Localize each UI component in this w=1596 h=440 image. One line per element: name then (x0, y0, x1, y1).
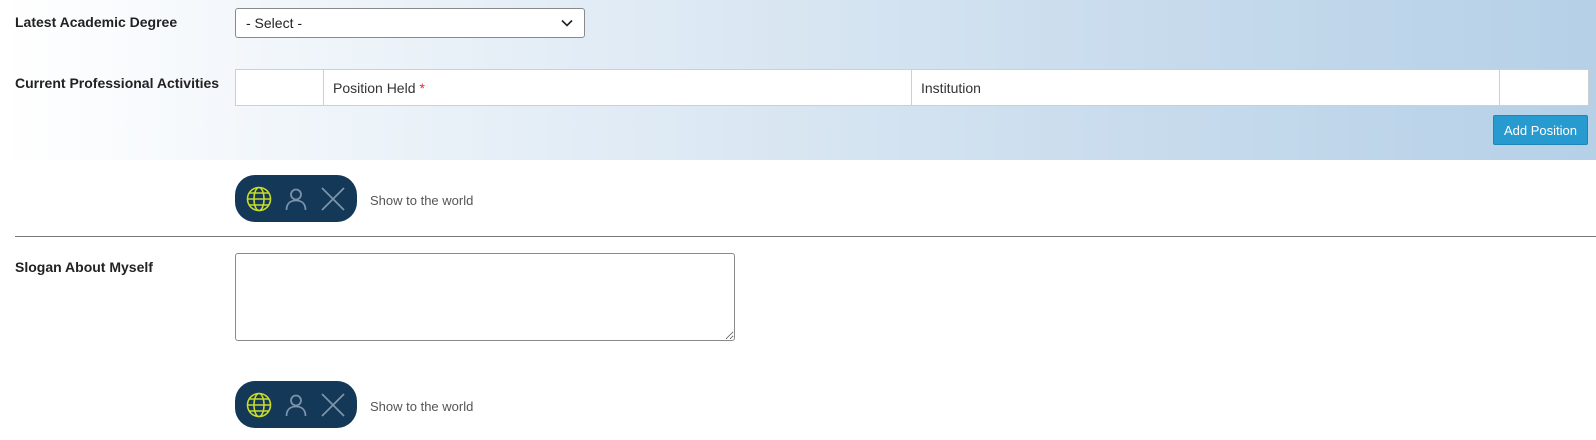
section-divider (15, 236, 1596, 237)
visibility-toggle-slogan (235, 381, 357, 428)
positions-table-header: Position Held * Institution (235, 69, 1589, 106)
person-icon[interactable] (281, 390, 311, 420)
add-position-button[interactable]: Add Position (1493, 115, 1588, 145)
visibility-text-activities: Show to the world (370, 193, 474, 208)
column-header-empty (236, 70, 324, 105)
chevron-down-icon (560, 16, 574, 30)
close-icon[interactable] (318, 184, 348, 214)
required-asterisk: * (419, 79, 425, 96)
person-icon[interactable] (281, 184, 311, 214)
visibility-toggle-activities (235, 175, 357, 222)
activities-label: Current Professional Activities (15, 75, 220, 91)
column-header-institution: Institution (912, 70, 1500, 105)
degree-label: Latest Academic Degree (15, 14, 178, 30)
slogan-label: Slogan About Myself (15, 259, 153, 275)
degree-select[interactable]: - Select - (235, 8, 585, 38)
column-header-actions (1500, 70, 1588, 105)
visibility-text-slogan: Show to the world (370, 399, 474, 414)
degree-select-value: - Select - (246, 15, 303, 31)
column-header-position-held: Position Held * (324, 70, 912, 105)
globe-icon[interactable] (244, 390, 274, 420)
close-icon[interactable] (318, 390, 348, 420)
slogan-textarea[interactable] (235, 253, 735, 341)
globe-icon[interactable] (244, 184, 274, 214)
position-held-text: Position Held (333, 79, 416, 96)
